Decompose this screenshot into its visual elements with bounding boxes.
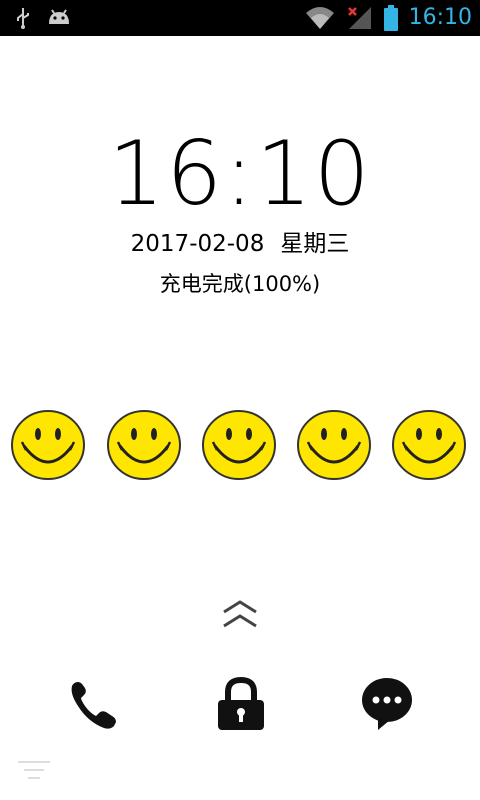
charge-status: 充电完成(100%) (159, 272, 321, 296)
status-bar: 16:10 (0, 0, 480, 36)
smiley-icon[interactable] (391, 408, 467, 482)
menu-indicator-icon[interactable] (14, 756, 54, 786)
smiley-row (10, 408, 472, 482)
smiley-icon[interactable] (201, 408, 277, 482)
android-debug-icon (49, 9, 69, 24)
battery-icon (383, 5, 398, 31)
status-time: 16:10 (408, 5, 472, 30)
message-icon[interactable] (360, 676, 414, 732)
phone-icon[interactable] (66, 676, 122, 732)
swipe-up-arrow-icon[interactable] (220, 598, 260, 630)
lock-icon[interactable] (214, 676, 268, 732)
date-line: 2017-02-08 星期三 (0, 224, 480, 258)
date-text: 2017-02-08 (130, 231, 265, 257)
lock-clock: 16:10 (108, 122, 372, 225)
weekday-text: 星期三 (280, 231, 350, 257)
smiley-icon[interactable] (10, 408, 86, 482)
signal-icon (347, 7, 371, 29)
smiley-icon[interactable] (106, 408, 182, 482)
wifi-icon (305, 7, 334, 29)
smiley-icon[interactable] (296, 408, 372, 482)
usb-icon (17, 8, 29, 29)
